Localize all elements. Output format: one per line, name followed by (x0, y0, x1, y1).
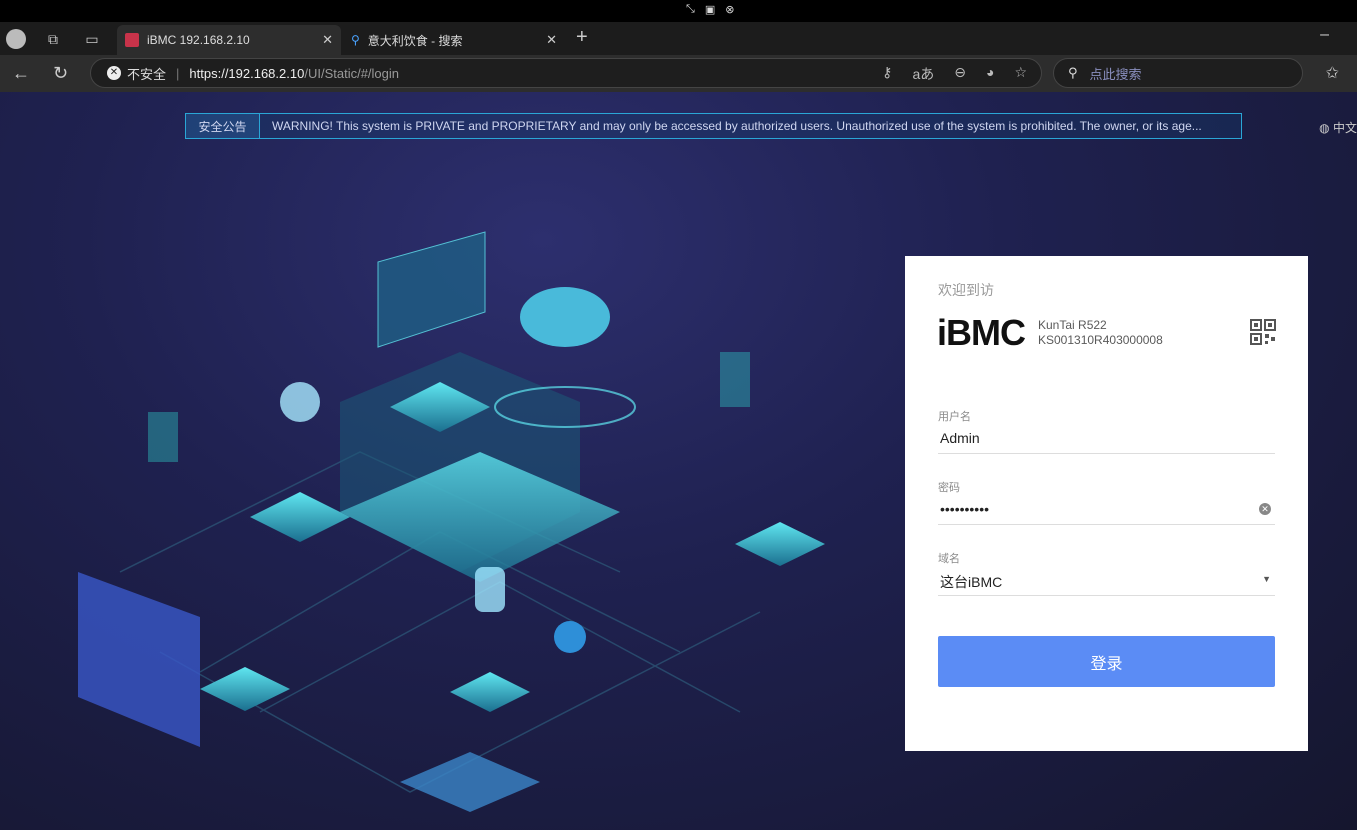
language-switch[interactable]: ◍ 中文 (1319, 119, 1357, 136)
minimize-button[interactable]: – (1320, 26, 1329, 44)
read-aloud-icon[interactable]: aあ (912, 64, 934, 84)
remote-icon[interactable]: ⤡ (686, 3, 695, 16)
back-button[interactable]: ← (12, 63, 30, 84)
clear-icon[interactable]: ✕ (1259, 503, 1271, 515)
tab-actions-icon[interactable]: ▭ (82, 29, 102, 49)
not-secure-icon[interactable]: ✕ (107, 66, 121, 80)
zoom-icon[interactable]: ⊖ (954, 64, 966, 84)
favorite-star-icon[interactable]: ☆ (1014, 64, 1027, 84)
screen-icon[interactable]: ▣ (705, 3, 715, 16)
favorites-icon[interactable]: ✩ (1326, 63, 1339, 83)
login-page: 安全公告 WARNING! This system is PRIVATE and… (0, 92, 1357, 830)
search-input[interactable]: ⚲ 点此搜索 (1053, 58, 1303, 88)
address-bar[interactable]: ✕ 不安全 | https://192.168.2.10/UI/Static/#/… (90, 58, 1042, 88)
workspaces-icon[interactable]: ⧉ (43, 29, 63, 49)
new-tab-button[interactable]: + (576, 26, 588, 49)
domain-select[interactable]: 域名 这台iBMC ▼ (938, 550, 1275, 596)
ibmc-logo: iBMC (937, 312, 1026, 353)
close-session-icon[interactable]: ⊗ (725, 3, 734, 16)
divider: | (176, 65, 180, 81)
search-icon: ⚲ (1068, 65, 1078, 80)
tab-search[interactable]: ⚲ 意大利饮食 - 搜索 ✕ (343, 25, 565, 55)
edge-icon[interactable]: ◕ (986, 64, 994, 84)
key-icon[interactable]: ⚷ (882, 64, 892, 84)
qr-code-icon[interactable] (1250, 319, 1276, 345)
system-top-bar: ⤡ ▣ ⊗ (0, 0, 1357, 22)
device-info: KunTai R522 KS001310R403000008 (1038, 318, 1163, 347)
security-notice-banner: 安全公告 WARNING! This system is PRIVATE and… (185, 113, 1242, 139)
password-field[interactable]: 密码 •••••••••• ✕ (938, 479, 1275, 525)
login-button[interactable]: 登录 (938, 636, 1275, 687)
globe-icon: ◍ (1319, 121, 1330, 135)
chevron-down-icon[interactable]: ▼ (1262, 574, 1271, 584)
tab-ibmc[interactable]: iBMC 192.168.2.10 ✕ (117, 25, 341, 55)
refresh-button[interactable]: ↻ (53, 63, 68, 84)
search-favicon: ⚲ (351, 33, 360, 47)
login-card: 欢迎到访 iBMC KunTai R522 KS001310R403000008… (905, 256, 1308, 751)
address-toolbar: ← ↻ ✕ 不安全 | https://192.168.2.10/UI/Stati… (0, 55, 1357, 92)
username-field[interactable]: 用户名 Admin (938, 408, 1275, 454)
close-tab-icon[interactable]: ✕ (322, 32, 333, 48)
ibmc-favicon (125, 33, 139, 47)
profile-avatar[interactable] (6, 29, 26, 49)
tab-bar: ⧉ ▭ iBMC 192.168.2.10 ✕ ⚲ 意大利饮食 - 搜索 ✕ +… (0, 22, 1357, 55)
close-tab-icon[interactable]: ✕ (546, 32, 557, 48)
isometric-datacenter-illustration (78, 231, 825, 812)
